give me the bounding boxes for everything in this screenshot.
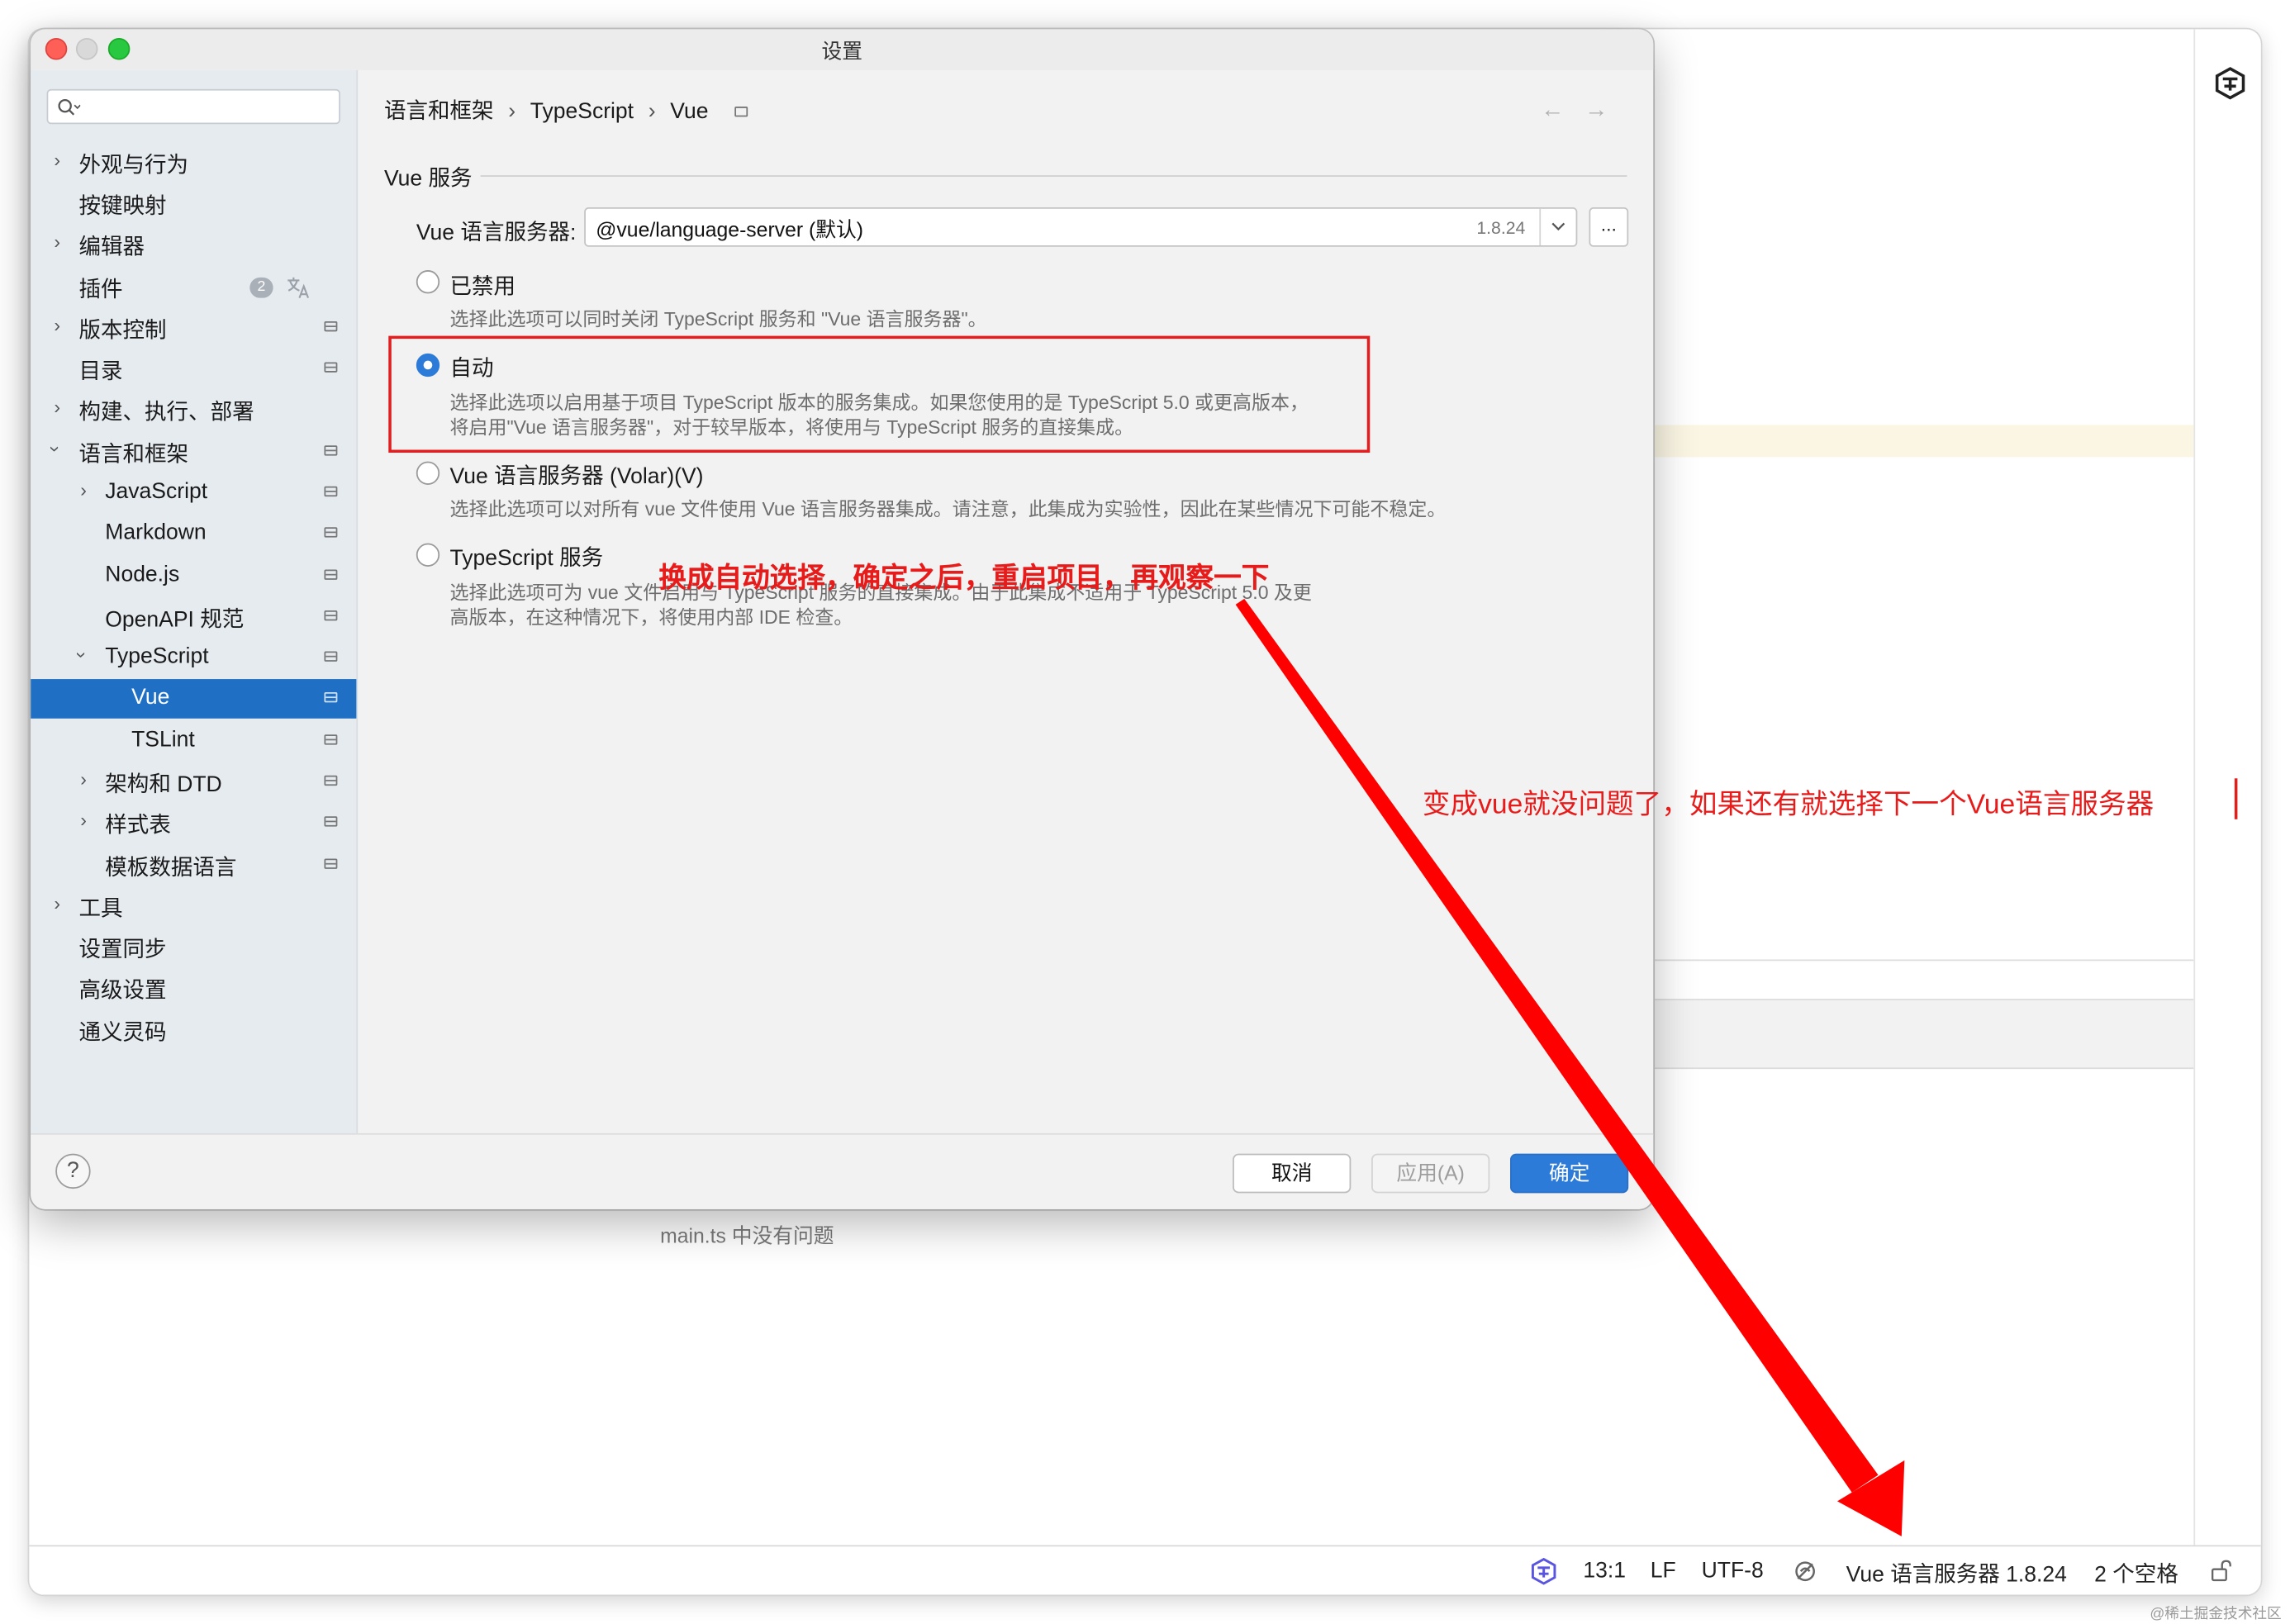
watermark: @稀土掘金技术社区 — [2150, 1606, 2282, 1623]
annotation-arrow — [1235, 598, 1905, 1536]
screenshot-stage: main.ts 中没有问题 13:1 LF UTF-8 Vue 语言服务器 1.… — [0, 0, 2290, 1624]
